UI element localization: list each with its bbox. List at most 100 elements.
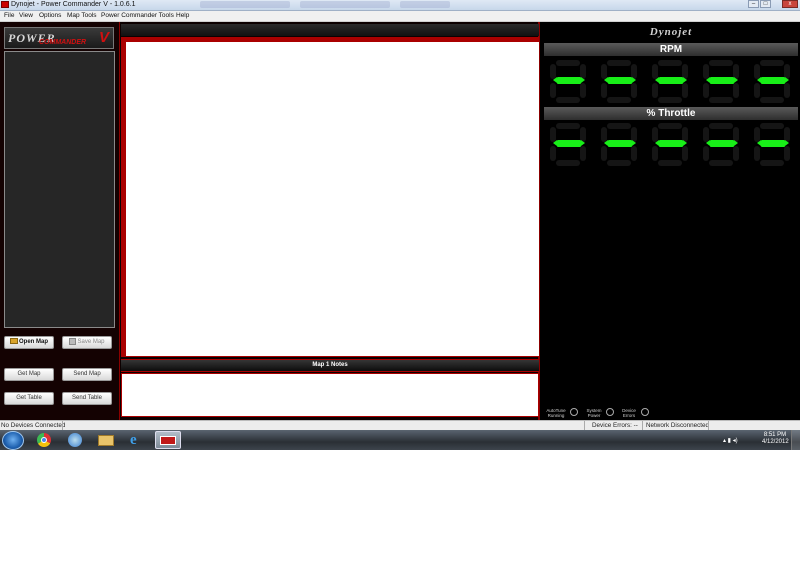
get-map-button[interactable]: Get Map xyxy=(4,368,54,381)
save-map-button[interactable]: Save Map xyxy=(62,336,112,349)
lit-dash-segment xyxy=(757,77,789,84)
windows-taskbar xyxy=(0,430,800,450)
unlit-segment xyxy=(580,83,586,98)
lit-dash-segment xyxy=(553,77,585,84)
system-power-indicator xyxy=(606,408,614,416)
unlit-segment xyxy=(658,160,682,166)
unlit-segment xyxy=(550,146,556,161)
unlit-segment xyxy=(607,123,631,129)
map-notes-textarea[interactable] xyxy=(121,373,539,417)
throttle-digit xyxy=(546,121,590,166)
unlit-segment xyxy=(556,160,580,166)
menu-file[interactable]: File xyxy=(4,12,14,19)
indicator-label-line: Running xyxy=(547,413,565,418)
unlit-segment xyxy=(709,123,733,129)
throttle-digit xyxy=(597,121,641,166)
tray-clock[interactable]: 8:51 PM 4/12/2012 xyxy=(762,432,789,446)
lit-dash-segment xyxy=(553,140,585,147)
unlit-segment xyxy=(760,123,784,129)
menu-bar: File View Options Map Tools Power Comman… xyxy=(0,11,800,22)
send-table-button[interactable]: Send Table xyxy=(62,392,112,405)
map-list[interactable] xyxy=(4,51,115,328)
lit-dash-segment xyxy=(706,77,738,84)
unlit-segment xyxy=(601,83,607,98)
lit-dash-segment xyxy=(604,77,636,84)
minimize-button[interactable]: – xyxy=(748,0,759,8)
device-errors-label: Device Errors xyxy=(617,408,641,418)
autotune-running-indicator xyxy=(570,408,578,416)
menu-power-commander-tools[interactable]: Power Commander Tools xyxy=(101,12,174,19)
power-commander-icon[interactable] xyxy=(155,431,181,449)
open-map-button[interactable]: Open Map xyxy=(4,336,54,349)
unlit-segment xyxy=(703,146,709,161)
rpm-digit xyxy=(648,58,692,103)
unlit-segment xyxy=(733,83,739,98)
unlit-segment xyxy=(652,146,658,161)
app-icon xyxy=(1,1,9,8)
unlit-segment xyxy=(784,83,790,98)
lit-dash-segment xyxy=(655,140,687,147)
get-table-button[interactable]: Get Table xyxy=(4,392,54,405)
power-commander-logo: POWER COMMANDER V xyxy=(4,27,114,49)
menu-options[interactable]: Options xyxy=(39,12,61,19)
unlit-segment xyxy=(658,123,682,129)
unlit-segment xyxy=(556,60,580,66)
logo-version-letter: V xyxy=(99,29,110,46)
unlit-segment xyxy=(652,83,658,98)
menu-help[interactable]: Help xyxy=(176,12,189,19)
rpm-gauge-title: RPM xyxy=(544,43,798,56)
unlit-segment xyxy=(556,123,580,129)
unlit-segment xyxy=(709,60,733,66)
background-window-tab xyxy=(300,1,390,8)
device-errors-indicator xyxy=(641,408,649,416)
unlit-segment xyxy=(658,97,682,103)
unlit-segment xyxy=(784,146,790,161)
unlit-segment xyxy=(760,60,784,66)
lit-dash-segment xyxy=(706,140,738,147)
unlit-segment xyxy=(607,97,631,103)
menu-view[interactable]: View xyxy=(19,12,33,19)
send-map-button[interactable]: Send Map xyxy=(62,368,112,381)
start-button[interactable] xyxy=(2,431,24,450)
menu-map-tools[interactable]: Map Tools xyxy=(67,12,97,19)
window-title-bar: Dynojet - Power Commander V - 1.0.6.1 – … xyxy=(0,0,800,11)
lit-dash-segment xyxy=(757,140,789,147)
itunes-icon[interactable] xyxy=(62,431,88,449)
disk-icon xyxy=(69,337,77,345)
clock-time: 8:51 PM xyxy=(763,432,787,438)
tray-icons[interactable]: ▴ ▮ ◂) xyxy=(723,437,738,444)
save-map-label: Save Map xyxy=(77,339,105,345)
open-map-label: Open Map xyxy=(18,339,48,345)
throttle-gauge-title: % Throttle xyxy=(544,107,798,120)
chrome-icon[interactable] xyxy=(31,431,57,449)
maximize-button[interactable]: □ xyxy=(760,0,771,8)
unlit-segment xyxy=(703,83,709,98)
ie-icon[interactable]: e xyxy=(124,431,150,449)
network-status: Network Disconnected xyxy=(646,422,709,429)
unlit-segment xyxy=(709,97,733,103)
lit-dash-segment xyxy=(604,140,636,147)
map-view-area[interactable] xyxy=(126,42,539,356)
rpm-digit xyxy=(546,58,590,103)
rpm-digit xyxy=(699,58,743,103)
throttle-digit xyxy=(648,121,692,166)
explorer-icon[interactable] xyxy=(93,431,119,449)
unlit-segment xyxy=(556,97,580,103)
system-power-label: System Power xyxy=(582,408,606,418)
unlit-segment xyxy=(580,146,586,161)
background-window-tab xyxy=(400,1,450,8)
unlit-segment xyxy=(607,160,631,166)
throttle-digit xyxy=(750,121,794,166)
throttle-digit xyxy=(699,121,743,166)
show-desktop-button[interactable] xyxy=(791,430,800,450)
rpm-digit xyxy=(750,58,794,103)
unlit-segment xyxy=(631,83,637,98)
connection-status: No Devices Connected xyxy=(1,422,66,429)
dynojet-logo: Dynojet xyxy=(649,26,693,38)
unlit-segment xyxy=(658,60,682,66)
indicator-label-line: Power xyxy=(587,413,601,418)
unlit-segment xyxy=(709,160,733,166)
lit-dash-segment xyxy=(655,77,687,84)
close-button[interactable]: x xyxy=(782,0,798,8)
map-tab-strip xyxy=(121,24,539,36)
